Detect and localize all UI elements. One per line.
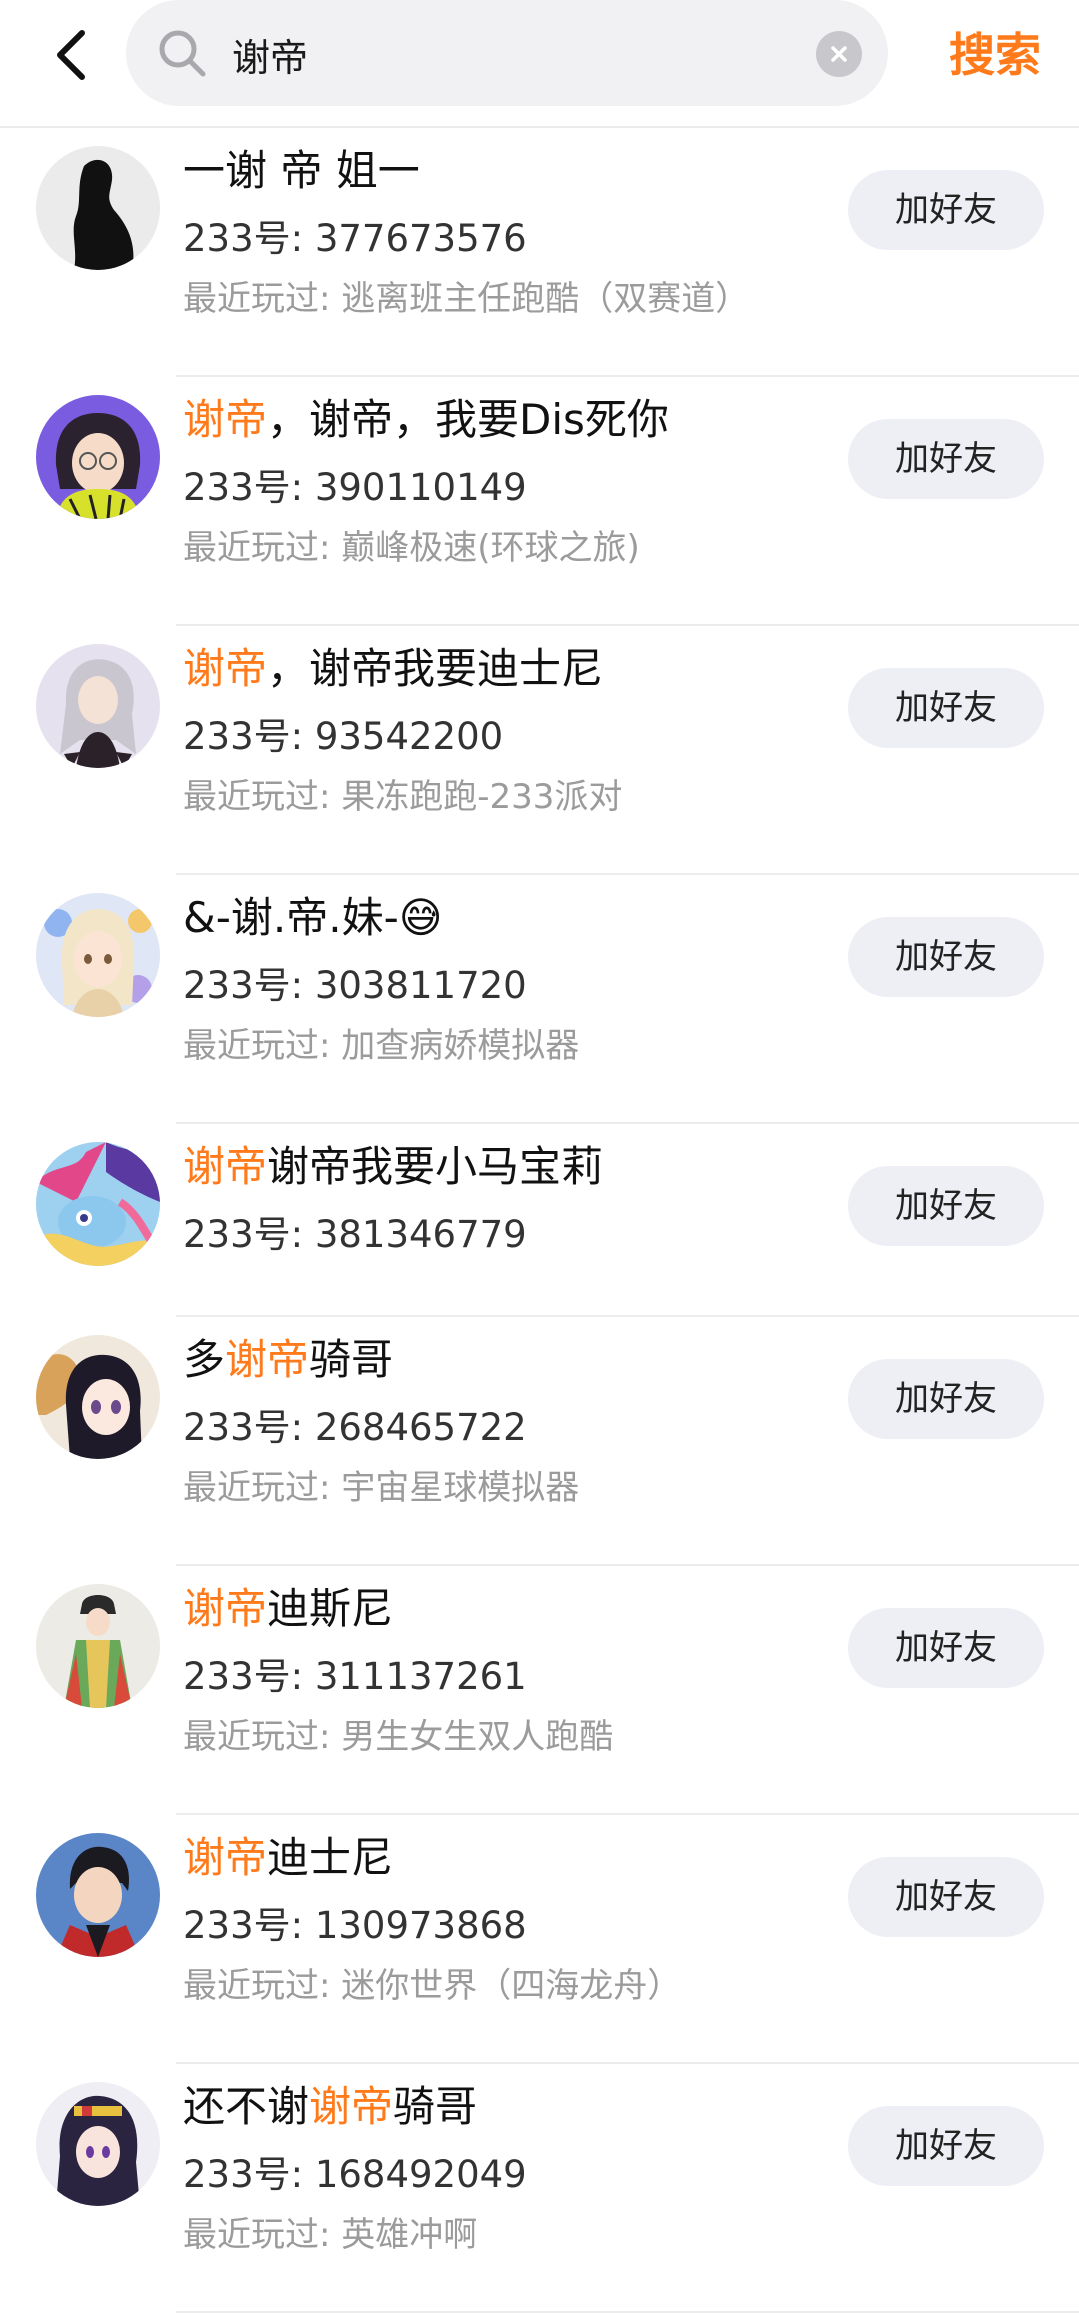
back-chevron-icon bbox=[57, 30, 85, 80]
list-item[interactable]: 多谢帝骑哥 233号: 268465722 最近玩过: 宇宙星球模拟器 加好友 bbox=[0, 1317, 1079, 1566]
name-text: 还不谢 bbox=[183, 2082, 310, 2131]
avatar[interactable] bbox=[36, 1584, 160, 1708]
user-id: 233号: 303811720 bbox=[183, 964, 527, 1007]
add-friend-button[interactable]: 加好友 bbox=[848, 1359, 1044, 1439]
user-id: 233号: 311137261 bbox=[183, 1655, 527, 1698]
avatar[interactable] bbox=[36, 644, 160, 768]
user-name: 一谢 帝 姐一 bbox=[183, 138, 420, 204]
recently-played: 最近玩过: 迷你世界（四海龙舟） bbox=[183, 1966, 682, 2006]
user-name: 谢帝迪斯尼 bbox=[183, 1576, 393, 1642]
recently-played: 最近玩过: 加查病娇模拟器 bbox=[183, 1026, 580, 1066]
user-id: 233号: 390110149 bbox=[183, 466, 527, 509]
clear-button[interactable] bbox=[816, 31, 862, 77]
clear-icon bbox=[831, 46, 847, 62]
recently-played: 最近玩过: 逃离班主任跑酷（双赛道） bbox=[183, 279, 750, 319]
add-friend-button[interactable]: 加好友 bbox=[848, 170, 1044, 250]
user-name: 多谢帝骑哥 bbox=[183, 1327, 393, 1393]
name-text: 多 bbox=[183, 1335, 226, 1384]
search-button[interactable]: 搜索 bbox=[930, 20, 1060, 90]
list-item[interactable]: 谢帝，谢帝我要迪士尼 233号: 93542200 最近玩过: 果冻跑跑-233… bbox=[0, 626, 1079, 875]
user-id: 233号: 93542200 bbox=[183, 715, 504, 758]
name-text: 骑哥 bbox=[309, 1335, 394, 1384]
avatar[interactable] bbox=[36, 1335, 160, 1459]
add-friend-button[interactable]: 加好友 bbox=[848, 668, 1044, 748]
name-highlight: 谢帝 bbox=[183, 1584, 268, 1633]
name-text: 谢帝我要小马宝莉 bbox=[267, 1142, 604, 1191]
list-item[interactable]: 谢帝，谢帝，我要Dis死你 233号: 390110149 最近玩过: 巅峰极速… bbox=[0, 377, 1079, 626]
recently-played: 最近玩过: 男生女生双人跑酷 bbox=[183, 1717, 614, 1757]
list-item[interactable]: 还不谢谢帝骑哥 233号: 168492049 最近玩过: 英雄冲啊 加好友 bbox=[0, 2064, 1079, 2313]
search-input[interactable] bbox=[232, 26, 792, 82]
user-id: 233号: 377673576 bbox=[183, 217, 527, 260]
list-item[interactable]: 谢帝迪士尼 233号: 130973868 最近玩过: 迷你世界（四海龙舟） 加… bbox=[0, 1815, 1079, 2064]
avatar[interactable] bbox=[36, 1142, 160, 1266]
list-item[interactable]: 谢帝迪斯尼 233号: 311137261 最近玩过: 男生女生双人跑酷 加好友 bbox=[0, 1566, 1079, 1815]
list-item[interactable]: 谢帝谢帝我要小马宝莉 233号: 381346779 加好友 bbox=[0, 1124, 1079, 1317]
user-id: 233号: 130973868 bbox=[183, 1904, 527, 1947]
avatar[interactable] bbox=[36, 2082, 160, 2206]
name-highlight: 谢帝 bbox=[309, 2082, 394, 2131]
name-text: ，谢帝我要迪士尼 bbox=[267, 644, 604, 693]
top-bar: 搜索 bbox=[0, 0, 1079, 128]
name-text: &-谢.帝.妹-😅 bbox=[183, 893, 443, 942]
user-name: 谢帝，谢帝，我要Dis死你 bbox=[183, 387, 669, 453]
user-id: 233号: 168492049 bbox=[183, 2153, 527, 2196]
name-text: 迪士尼 bbox=[267, 1833, 394, 1882]
name-text: 骑哥 bbox=[393, 2082, 478, 2131]
avatar[interactable] bbox=[36, 893, 160, 1017]
recently-played: 最近玩过: 宇宙星球模拟器 bbox=[183, 1468, 580, 1508]
name-text: 迪斯尼 bbox=[267, 1584, 394, 1633]
avatar[interactable] bbox=[36, 1833, 160, 1957]
user-id: 233号: 381346779 bbox=[183, 1213, 527, 1256]
name-highlight: 谢帝 bbox=[183, 395, 268, 444]
name-text: 一谢 帝 姐一 bbox=[183, 146, 420, 195]
recently-played: 最近玩过: 巅峰极速(环球之旅) bbox=[183, 528, 640, 568]
user-name: &-谢.帝.妹-😅 bbox=[183, 885, 443, 951]
list-item[interactable]: &-谢.帝.妹-😅 233号: 303811720 最近玩过: 加查病娇模拟器 … bbox=[0, 875, 1079, 1124]
avatar[interactable] bbox=[36, 395, 160, 519]
search-bar[interactable] bbox=[126, 0, 888, 106]
add-friend-button[interactable]: 加好友 bbox=[848, 419, 1044, 499]
recently-played: 最近玩过: 果冻跑跑-233派对 bbox=[183, 777, 623, 817]
user-name: 谢帝谢帝我要小马宝莉 bbox=[183, 1134, 603, 1200]
add-friend-button[interactable]: 加好友 bbox=[848, 2106, 1044, 2186]
user-name: 还不谢谢帝骑哥 bbox=[183, 2074, 477, 2140]
add-friend-button[interactable]: 加好友 bbox=[848, 1857, 1044, 1937]
result-list: 一谢 帝 姐一 233号: 377673576 最近玩过: 逃离班主任跑酷（双赛… bbox=[0, 128, 1079, 2313]
search-icon bbox=[159, 30, 206, 77]
back-button[interactable] bbox=[40, 20, 100, 90]
name-highlight: 谢帝 bbox=[183, 1833, 268, 1882]
avatar[interactable] bbox=[36, 146, 160, 270]
recently-played: 最近玩过: 英雄冲啊 bbox=[183, 2215, 478, 2255]
name-highlight: 谢帝 bbox=[183, 644, 268, 693]
add-friend-button[interactable]: 加好友 bbox=[848, 1608, 1044, 1688]
user-name: 谢帝，谢帝我要迪士尼 bbox=[183, 636, 603, 702]
user-id: 233号: 268465722 bbox=[183, 1406, 527, 1449]
name-highlight: 谢帝 bbox=[225, 1335, 310, 1384]
add-friend-button[interactable]: 加好友 bbox=[848, 1166, 1044, 1246]
name-highlight: 谢帝 bbox=[183, 1142, 268, 1191]
add-friend-button[interactable]: 加好友 bbox=[848, 917, 1044, 997]
list-item[interactable]: 一谢 帝 姐一 233号: 377673576 最近玩过: 逃离班主任跑酷（双赛… bbox=[0, 128, 1079, 377]
user-name: 谢帝迪士尼 bbox=[183, 1825, 393, 1891]
name-text: ，谢帝，我要Dis死你 bbox=[267, 395, 669, 444]
